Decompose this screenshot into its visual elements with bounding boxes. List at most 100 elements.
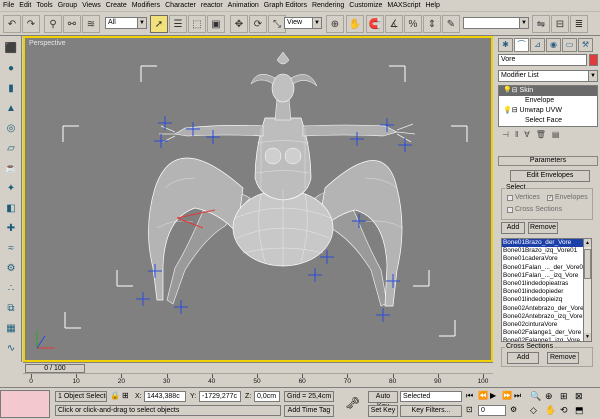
unlink-icon[interactable]: ⚯: [63, 15, 81, 33]
configure-modifier-sets-icon[interactable]: ▤: [552, 130, 560, 142]
bone-list-item[interactable]: Bone02Falange1_der_Vore: [502, 329, 583, 337]
display-tab-icon[interactable]: ▭: [562, 38, 577, 52]
create-torus-icon[interactable]: ◎: [3, 120, 19, 136]
bone-list[interactable]: Bone01Brazo_der_Vore Bone01Brazo_izq_Vore…: [501, 238, 584, 342]
remove-bone-button[interactable]: Remove: [528, 222, 558, 234]
bone-list-item[interactable]: Bone01caderaVore: [502, 255, 583, 263]
create-sphere-icon[interactable]: ●: [3, 60, 19, 76]
edit-named-selections-icon[interactable]: ✎: [442, 15, 460, 33]
add-bone-button[interactable]: Add: [501, 222, 525, 234]
menu-edit[interactable]: Edit: [19, 0, 31, 12]
motion-tab-icon[interactable]: ◉: [546, 38, 561, 52]
menu-reactor[interactable]: reactor: [201, 0, 223, 12]
menu-rendering[interactable]: Rendering: [312, 0, 344, 12]
select-manipulate-icon[interactable]: ✋: [346, 15, 364, 33]
scroll-up-icon[interactable]: ▲: [584, 239, 591, 247]
remove-modifier-icon[interactable]: 🗑: [536, 130, 546, 142]
stack-item-select-face[interactable]: Select Face: [499, 116, 597, 126]
snap-toggle-icon[interactable]: 🧲: [366, 15, 384, 33]
menu-maxscript[interactable]: MAXScript: [387, 0, 420, 12]
percent-snap-icon[interactable]: %: [404, 15, 422, 33]
next-frame-icon[interactable]: ⏩: [502, 391, 512, 400]
menu-character[interactable]: Character: [165, 0, 196, 12]
parameters-rollout-header[interactable]: Parameters: [498, 156, 598, 166]
menu-group[interactable]: Group: [58, 0, 77, 12]
scroll-thumb[interactable]: [584, 249, 591, 279]
bone-list-item[interactable]: Bone01lindedopieder: [502, 288, 583, 296]
play-icon[interactable]: ▶: [490, 391, 496, 400]
menu-customize[interactable]: Customize: [349, 0, 382, 12]
key-mode-dropdown[interactable]: Selected: [400, 391, 462, 402]
bone-list-item[interactable]: Bone02Antebrazo_der_Vore: [502, 305, 583, 313]
scroll-down-icon[interactable]: ▼: [584, 333, 591, 341]
create-camera-icon[interactable]: ◧: [3, 200, 19, 216]
selection-filter-dropdown[interactable]: All ▼: [105, 17, 147, 29]
stack-item-skin[interactable]: 💡⊟ Skin: [499, 86, 597, 96]
zoom-extents-all-icon[interactable]: ⊠: [575, 391, 583, 402]
edit-envelopes-button[interactable]: Edit Envelopes: [510, 170, 590, 182]
lock-selection-icon[interactable]: 🔒: [110, 391, 120, 400]
create-cone-icon[interactable]: ▲: [3, 100, 19, 116]
time-slider[interactable]: 0 / 100: [25, 364, 85, 373]
create-plane-icon[interactable]: ▱: [3, 140, 19, 156]
select-by-name-icon[interactable]: ☰: [169, 15, 187, 33]
bind-space-warp-icon[interactable]: ≋: [82, 15, 100, 33]
x-coord-field[interactable]: 1443,388c: [144, 391, 186, 402]
cross-section-remove-button[interactable]: Remove: [547, 352, 579, 364]
time-config-icon[interactable]: ⚙: [510, 405, 517, 414]
cross-sections-checkbox[interactable]: Cross Sections: [507, 206, 562, 213]
cross-section-add-button[interactable]: Add: [507, 352, 539, 364]
region-select-icon[interactable]: ⬚: [188, 15, 206, 33]
pivot-center-icon[interactable]: ⊕: [326, 15, 344, 33]
menu-views[interactable]: Views: [82, 0, 101, 12]
create-tab-icon[interactable]: ✱: [498, 38, 513, 52]
reference-coord-dropdown[interactable]: View ▼: [284, 17, 322, 29]
stack-item-unwrap-uvw[interactable]: 💡⊟ Unwrap UVW: [499, 106, 597, 116]
spinner-snap-icon[interactable]: ⇕: [423, 15, 441, 33]
z-coord-field[interactable]: 0,0cm: [254, 391, 280, 402]
create-particle-icon[interactable]: ∴: [3, 280, 19, 296]
auto-key-button[interactable]: Auto Key: [368, 391, 398, 410]
vertices-checkbox[interactable]: Vertices: [507, 194, 540, 201]
menu-graph-editors[interactable]: Graph Editors: [264, 0, 307, 12]
menu-create[interactable]: Create: [106, 0, 127, 12]
menu-modifiers[interactable]: Modifiers: [132, 0, 160, 12]
menu-tools[interactable]: Tools: [36, 0, 52, 12]
select-object-icon[interactable]: ➚: [150, 15, 168, 33]
zoom-all-icon[interactable]: ⊕: [545, 391, 553, 402]
pan-icon[interactable]: ✋: [545, 405, 556, 416]
bone-list-scrollbar[interactable]: ▲ ▼: [584, 238, 592, 342]
create-light-icon[interactable]: ✦: [3, 180, 19, 196]
create-teapot-icon[interactable]: ☕: [3, 160, 19, 176]
align-icon[interactable]: ⊟: [551, 15, 569, 33]
maximize-viewport-icon[interactable]: ⬒: [575, 405, 584, 416]
previous-frame-icon[interactable]: ⏪: [478, 391, 488, 400]
select-link-icon[interactable]: ⚲: [44, 15, 62, 33]
go-to-end-icon[interactable]: ⏭: [514, 391, 521, 401]
zoom-extents-icon[interactable]: ⊞: [560, 391, 568, 402]
menu-animation[interactable]: Animation: [228, 0, 259, 12]
create-nurbs-icon[interactable]: ∿: [3, 340, 19, 356]
redo-icon[interactable]: ↷: [22, 15, 40, 33]
bone-list-item[interactable]: Bone01Brazo_izq_Vore01: [502, 247, 583, 255]
envelopes-checkbox[interactable]: ✓ Envelopes: [547, 194, 588, 201]
pin-stack-icon[interactable]: ⊣: [502, 130, 509, 142]
zoom-icon[interactable]: 🔍: [530, 391, 541, 402]
stack-item-envelope[interactable]: Envelope: [499, 96, 597, 106]
hierarchy-tab-icon[interactable]: ⊿: [530, 38, 545, 52]
bone-list-item[interactable]: Bone01Falan_..._der_Vore0: [502, 264, 583, 272]
bone-list-item[interactable]: Bone02Antebrazo_izq_Vore: [502, 313, 583, 321]
angle-snap-icon[interactable]: ∡: [385, 15, 403, 33]
field-of-view-icon[interactable]: ◇: [530, 405, 537, 416]
set-key-button[interactable]: Set Key: [368, 405, 398, 417]
key-mode-toggle-icon[interactable]: ⊡: [466, 405, 473, 414]
object-color-swatch[interactable]: [589, 54, 598, 66]
bone-list-item[interactable]: Bone01Falan_..._izq_Vore: [502, 272, 583, 280]
show-end-result-icon[interactable]: ‖: [515, 130, 518, 142]
absolute-mode-icon[interactable]: ⊞: [122, 391, 129, 400]
create-systems-icon[interactable]: ⚙: [3, 260, 19, 276]
object-name-field[interactable]: Vore: [498, 54, 587, 66]
window-crossing-icon[interactable]: ▣: [207, 15, 225, 33]
maxscript-listener[interactable]: [0, 390, 50, 418]
named-selection-dropdown[interactable]: ▼: [463, 17, 529, 29]
